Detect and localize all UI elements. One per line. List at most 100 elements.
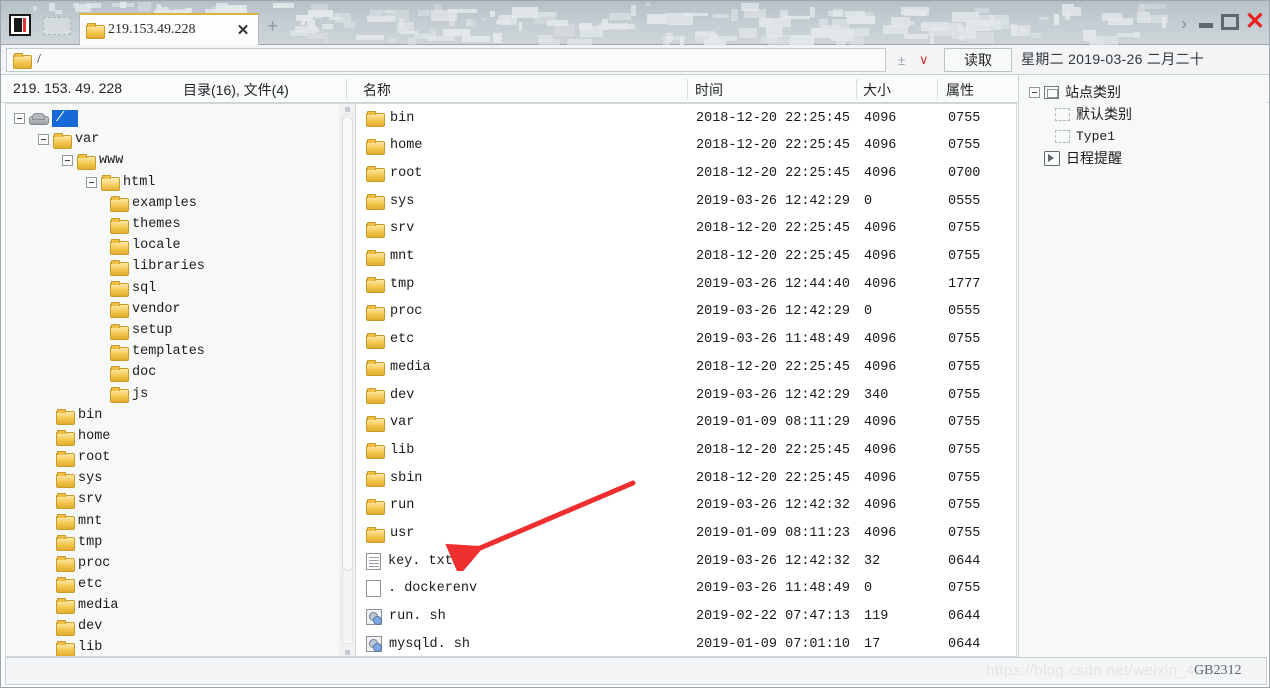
file-time-cell: 2018-12-20 22:25:45 [696, 471, 850, 486]
chevron-right-icon[interactable]: › [1181, 14, 1187, 34]
tree-item-setup[interactable]: setup [110, 320, 173, 341]
side-tree-panel[interactable]: 站点类别默认类别Type1日程提醒 [1018, 75, 1267, 657]
window-close-icon[interactable]: ✕ [1245, 10, 1265, 34]
scrollbar-thumb[interactable] [342, 116, 353, 571]
tree-expander-icon[interactable] [1029, 87, 1040, 98]
table-row[interactable]: media2018-12-20 22:25:4540960755 [356, 353, 1017, 381]
tree-expander-icon[interactable] [14, 113, 25, 124]
tree-item-etc[interactable]: etc [56, 574, 102, 595]
folder-icon [56, 535, 73, 549]
tree-item-mnt[interactable]: mnt [56, 511, 102, 532]
table-row[interactable]: mnt2018-12-20 22:25:4540960755 [356, 243, 1017, 271]
table-row[interactable]: home2018-12-20 22:25:4540960755 [356, 132, 1017, 160]
table-row[interactable]: etc2019-03-26 11:48:4940960755 [356, 326, 1017, 354]
folder-icon [110, 324, 127, 338]
file-name-cell: mysqld. sh [366, 636, 470, 652]
tree-item-lib[interactable]: lib [56, 637, 102, 657]
file-list-panel[interactable]: bin2018-12-20 22:25:4540960755home2018-1… [355, 103, 1017, 657]
address-bar: / ± ∨ 读取 星期二 2019-03-26 二月二十 [1, 45, 1270, 75]
table-row[interactable]: dev2019-03-26 12:42:293400755 [356, 381, 1017, 409]
tree-item-var[interactable]: var [38, 129, 99, 150]
folder-icon [366, 166, 383, 180]
file-time-cell: 2019-02-22 07:47:13 [696, 609, 850, 624]
tree-item-label: examples [132, 196, 197, 211]
side-tree-item-1[interactable]: 默认类别 [1055, 103, 1132, 125]
tree-item-tmp[interactable]: tmp [56, 532, 102, 553]
file-name-cell: run [366, 498, 414, 513]
file-time-cell: 2019-01-09 08:11:23 [696, 526, 850, 541]
table-row[interactable]: usr2019-01-09 08:11:2340960755 [356, 520, 1017, 548]
column-attr[interactable]: 属性 [946, 80, 974, 100]
maximize-icon[interactable] [1221, 14, 1239, 30]
file-size-cell: 0 [864, 581, 872, 596]
table-row[interactable]: sbin2018-12-20 22:25:4540960755 [356, 464, 1017, 492]
directory-tree-panel[interactable]: / varwwwhtml examples themeslocalelibrarie… [5, 103, 339, 657]
plus-minus-icon[interactable]: ± [898, 53, 905, 68]
folder-icon [110, 239, 127, 253]
side-tree-item-3[interactable]: 日程提醒 [1029, 147, 1122, 169]
chevron-down-icon[interactable]: ∨ [919, 52, 929, 68]
file-name-cell: srv [366, 221, 414, 236]
folder-icon [366, 471, 383, 485]
tree-item-templates[interactable]: templates [110, 341, 205, 362]
side-tree-item-2[interactable]: Type1 [1055, 125, 1115, 147]
tree-item-root[interactable]: / [14, 108, 78, 129]
tree-item-libraries[interactable]: libraries [110, 256, 205, 277]
tree-item-js[interactable]: js [110, 384, 148, 405]
tree-item-www[interactable]: www [62, 150, 123, 171]
tree-item-home[interactable]: home [56, 426, 110, 447]
tree-item-srv[interactable]: srv [56, 489, 102, 510]
path-input[interactable]: / [6, 48, 886, 72]
tree-expander-icon[interactable] [38, 134, 49, 145]
tree-item-html[interactable]: html [86, 172, 155, 193]
tree-item-proc[interactable]: proc [56, 553, 110, 574]
table-row[interactable]: proc2019-03-26 12:42:2900555 [356, 298, 1017, 326]
tree-item-sys[interactable]: sys [56, 468, 102, 489]
table-row[interactable]: bin2018-12-20 22:25:4540960755 [356, 104, 1017, 132]
tree-item-dev[interactable]: dev [56, 616, 102, 637]
table-row[interactable]: root2018-12-20 22:25:4540960700 [356, 159, 1017, 187]
tree-item-label: sys [78, 471, 102, 486]
tree-item-locale[interactable]: locale [110, 235, 181, 256]
tree-item-vendor[interactable]: vendor [110, 299, 181, 320]
placeholder-icon [1055, 130, 1070, 143]
column-size[interactable]: 大小 [863, 80, 891, 100]
file-name-cell: home [366, 138, 422, 153]
table-row[interactable]: tmp2019-03-26 12:44:4040961777 [356, 270, 1017, 298]
tab-active[interactable]: 219.153.49.228 ✕ [79, 13, 259, 45]
close-icon[interactable]: ✕ [234, 21, 252, 39]
tree-item-media[interactable]: media [56, 595, 119, 616]
table-row[interactable]: lib2018-12-20 22:25:4540960755 [356, 436, 1017, 464]
tree-item-bin[interactable]: bin [56, 405, 102, 426]
tree-item-label: html [123, 175, 155, 190]
tree-scrollbar[interactable] [339, 103, 355, 657]
column-name[interactable]: 名称 [363, 80, 391, 100]
tree-expander-icon[interactable] [62, 155, 73, 166]
file-attr-cell: 0755 [948, 249, 980, 264]
table-row[interactable]: . dockerenv2019-03-26 11:48:4900755 [356, 575, 1017, 603]
read-button[interactable]: 读取 [944, 48, 1012, 72]
tree-item-doc[interactable]: doc [110, 362, 156, 383]
tree-item-root[interactable]: root [56, 447, 110, 468]
side-tree-item-0[interactable]: 站点类别 [1029, 81, 1121, 103]
table-row[interactable]: run. sh2019-02-22 07:47:131190644 [356, 603, 1017, 631]
column-time[interactable]: 时间 [695, 80, 723, 100]
table-row[interactable]: key. txt2019-03-26 12:42:32320644 [356, 547, 1017, 575]
tree-item-sql[interactable]: sql [110, 278, 156, 299]
folder-icon [366, 277, 383, 291]
scroll-down-cap[interactable] [345, 650, 350, 655]
inactive-tab[interactable] [43, 17, 71, 35]
scroll-up-cap[interactable] [345, 107, 350, 112]
tree-expander-icon[interactable] [86, 177, 97, 188]
table-row[interactable]: mysqld. sh2019-01-09 07:01:10170644 [356, 630, 1017, 657]
table-row[interactable]: run2019-03-26 12:42:3240960755 [356, 492, 1017, 520]
minimize-icon[interactable] [1199, 23, 1213, 28]
table-row[interactable]: sys2019-03-26 12:42:2900555 [356, 187, 1017, 215]
tree-item-themes[interactable]: themes [110, 214, 181, 235]
folder-icon [56, 598, 73, 612]
table-row[interactable]: srv2018-12-20 22:25:4540960755 [356, 215, 1017, 243]
new-tab-button[interactable]: + [267, 19, 278, 35]
table-row[interactable]: var2019-01-09 08:11:2940960755 [356, 409, 1017, 437]
folder-icon [366, 360, 383, 374]
tree-item-examples[interactable]: examples [110, 193, 197, 214]
